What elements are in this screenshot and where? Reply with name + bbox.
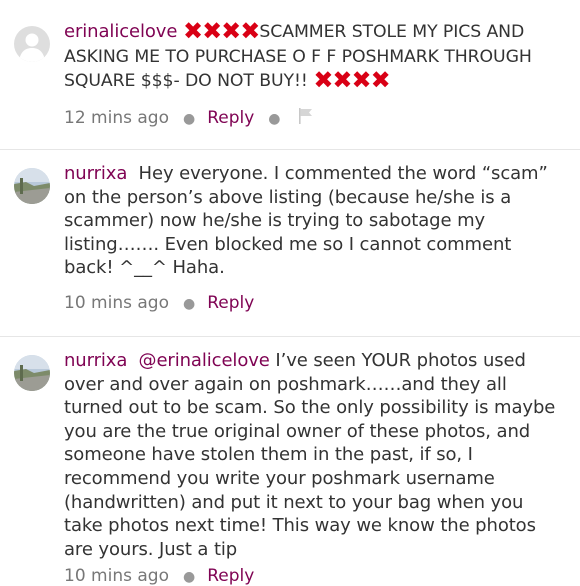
profile-photo-avatar[interactable] bbox=[14, 168, 50, 204]
timestamp: 10 mins ago bbox=[64, 293, 169, 313]
comment-meta: 12 mins ago ● Reply ● bbox=[64, 106, 315, 131]
comment-body: Hey everyone. I commented the word “scam… bbox=[64, 163, 548, 279]
username-link[interactable]: erinalicelove bbox=[64, 21, 177, 42]
flag-icon[interactable] bbox=[297, 106, 315, 131]
default-avatar-icon[interactable] bbox=[14, 26, 50, 62]
comment-text: nurrixa @erinalicelove I’ve seen YOUR ph… bbox=[64, 349, 566, 561]
comment-text: erinalicelove ✖✖✖✖SCAMMER STOLE MY PICS … bbox=[64, 17, 566, 95]
reply-button[interactable]: Reply bbox=[207, 108, 254, 128]
comment-meta: 10 mins ago ● Reply bbox=[64, 566, 254, 586]
divider bbox=[0, 336, 580, 337]
mention-link[interactable]: @erinalicelove bbox=[139, 350, 270, 371]
divider bbox=[0, 149, 580, 150]
separator-dot: ● bbox=[182, 111, 196, 127]
x-marks-icon: ✖✖✖✖ bbox=[313, 66, 390, 95]
username-link[interactable]: nurrixa bbox=[64, 350, 127, 371]
comment-body: I’ve seen YOUR photos used over and over… bbox=[64, 350, 556, 560]
separator-dot: ● bbox=[182, 569, 196, 585]
comment-text: nurrixa Hey everyone. I commented the wo… bbox=[64, 162, 566, 280]
reply-button[interactable]: Reply bbox=[207, 566, 254, 586]
username-link[interactable]: nurrixa bbox=[64, 163, 127, 184]
x-marks-icon: ✖✖✖✖ bbox=[182, 17, 260, 45]
reply-button[interactable]: Reply bbox=[207, 293, 254, 313]
timestamp: 10 mins ago bbox=[64, 566, 169, 586]
timestamp: 12 mins ago bbox=[64, 108, 169, 128]
comment-meta: 10 mins ago ● Reply bbox=[64, 293, 254, 313]
separator-dot: ● bbox=[182, 296, 196, 312]
separator-dot: ● bbox=[268, 111, 281, 127]
profile-photo-avatar[interactable] bbox=[14, 355, 50, 391]
